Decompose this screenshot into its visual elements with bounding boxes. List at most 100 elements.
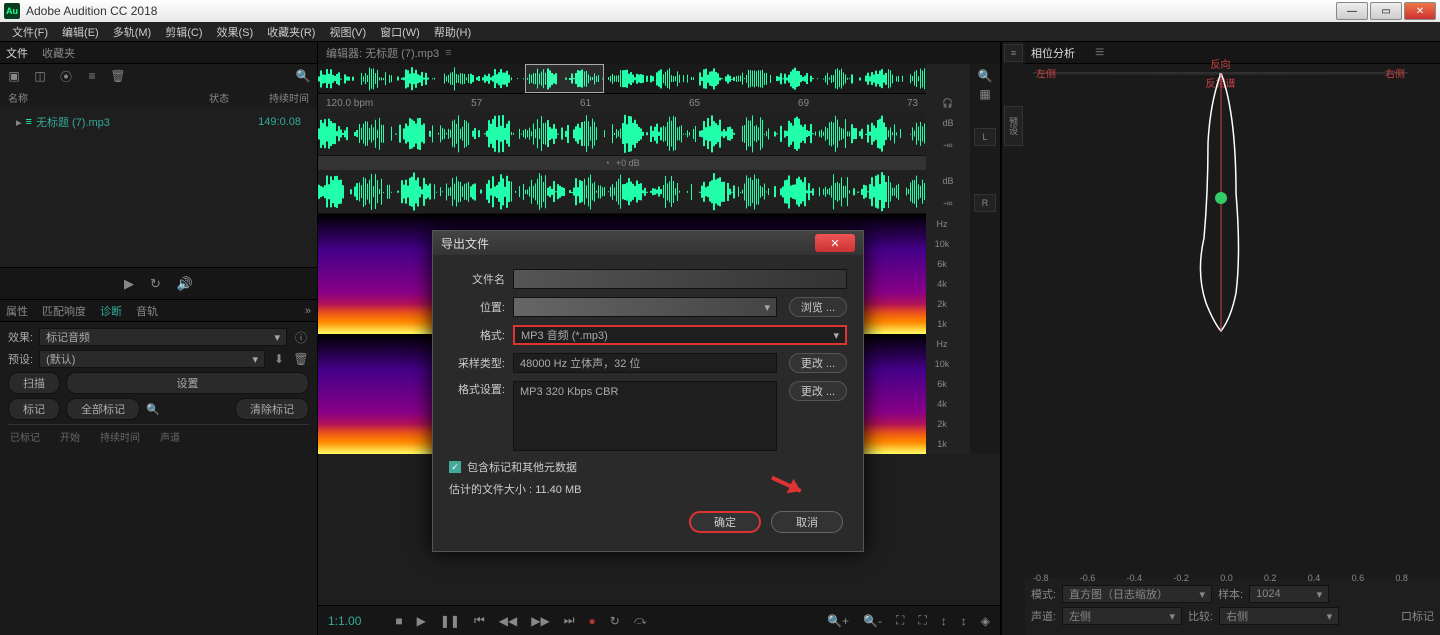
format-select[interactable]: MP3 音频 (*.mp3)▾ [513,325,847,345]
tab-diagnostics[interactable]: 诊断 [100,303,122,319]
preset-select[interactable]: (默认)▾ [39,350,265,368]
menu-edit[interactable]: 编辑(E) [58,22,103,42]
zoom-reset-icon[interactable]: ◈ [981,614,990,628]
rewind-icon[interactable]: ◀◀ [499,614,517,628]
browse-button[interactable]: 浏览 ... [789,297,847,317]
dialog-close-button[interactable]: ✕ [815,234,855,252]
col-name: 名称 [8,90,209,105]
maximize-button[interactable]: ▭ [1370,2,1402,20]
tab-loudness[interactable]: 匹配响度 [42,303,86,319]
effect-select[interactable]: 标记音频▾ [39,328,287,346]
effect-label: 效果: [8,329,33,345]
format-label: 格式: [449,327,505,343]
preset-label: 预设: [8,351,33,367]
file-duration: 149:0.08 [241,116,301,128]
save-preset-icon[interactable]: ⬇ [271,351,287,367]
location-select[interactable]: ▾ [513,297,777,317]
tab-files[interactable]: 文件 [6,45,28,61]
change-sample-button[interactable]: 更改 ... [789,353,847,373]
compare-select[interactable]: 右侧▾ [1219,607,1339,625]
preset-label[interactable]: 预设 [1004,106,1023,146]
zoom-v-out-icon[interactable]: ↕ [961,614,967,628]
filename-input[interactable] [513,269,847,289]
forward-icon[interactable]: ▶▶ [531,614,549,628]
tag-clear[interactable]: 清除标记 [235,398,309,420]
scan-button[interactable]: 扫描 [8,372,60,394]
window-close-button[interactable]: ✕ [1404,2,1436,20]
tab-phase[interactable]: 相位分析 [1031,45,1075,61]
dialog-title: 导出文件 [441,235,489,252]
menu-clip[interactable]: 剪辑(C) [161,22,206,42]
info-icon[interactable]: ⓘ [293,329,309,345]
ok-button[interactable]: 确定 [689,511,761,533]
menu-help[interactable]: 帮助(H) [430,22,475,42]
panel-menu-icon[interactable]: » [305,305,311,317]
mode-select[interactable]: 直方图（日志缩放）▾ [1062,585,1212,603]
zoom-sel-icon[interactable]: ⛶ [918,613,926,628]
next-icon[interactable]: ⏭ [564,613,575,628]
pause-icon[interactable]: ❚❚ [440,614,460,628]
waveform-channel-left[interactable] [318,112,926,156]
zoom-v-in-icon[interactable]: ↕ [941,614,947,628]
menu-bar: 文件(F) 编辑(E) 多轨(M) 剪辑(C) 效果(S) 收藏夹(R) 视图(… [0,22,1440,42]
cancel-button[interactable]: 取消 [771,511,843,533]
menu-multitrack[interactable]: 多轨(M) [109,22,156,42]
editor-tab[interactable]: 编辑器: 无标题 (7).mp3 [326,45,439,61]
channel-r-button[interactable]: R [974,194,996,212]
open-file-icon[interactable]: ▣ [6,68,22,84]
mini-transport: ▶ ↻ 🔊 [0,267,317,299]
menu-view[interactable]: 视图(V) [325,22,370,42]
new-file-icon[interactable]: ◫ [32,68,48,84]
file-name: 无标题 (7).mp3 [36,114,241,130]
menu-favorite[interactable]: 收藏夹(R) [263,22,319,42]
menu-window[interactable]: 窗口(W) [376,22,424,42]
menu-file[interactable]: 文件(F) [8,22,52,42]
tab-favorites[interactable]: 收藏夹 [42,45,75,61]
search-icon[interactable]: 🔍 [146,403,160,416]
waveform-channel-right[interactable] [318,170,926,214]
tool-zoom-icon[interactable]: 🔍 [977,68,993,84]
include-metadata-checkbox[interactable]: ✓ [449,461,461,473]
zoom-in-icon[interactable]: 🔍+ [827,614,849,628]
record-icon[interactable]: ⦿ [58,68,74,84]
play-icon[interactable]: ▶ [124,276,134,292]
compare-label: 比较: [1188,608,1213,624]
zoom-out-icon[interactable]: 🔍- [863,614,882,628]
headphone-icon[interactable]: 🎧 [942,98,953,109]
format-settings-label: 格式设置: [449,381,505,397]
col-chan: 声道 [160,429,180,444]
zoom-full-icon[interactable]: ⛶ [896,613,904,628]
tag-all[interactable]: 全部标记 [66,398,140,420]
channel-l-button[interactable]: L [974,128,996,146]
tab-properties[interactable]: 属性 [6,303,28,319]
prev-icon[interactable]: ⏮ [474,613,485,628]
skip-icon[interactable]: ⤼ [634,613,647,628]
file-row[interactable]: ▸ ≡ 无标题 (7).mp3 149:0.08 [4,111,313,133]
play-icon[interactable]: ▶ [417,614,426,628]
sample-type-field: 48000 Hz 立体声，32 位 [513,353,777,373]
search-icon[interactable]: 🔍 [295,68,311,84]
side-toggle[interactable]: ≡ [1004,44,1023,62]
stop-icon[interactable]: ■ [395,614,402,628]
chan-select[interactable]: 左侧▾ [1062,607,1182,625]
app-title: Adobe Audition CC 2018 [26,4,157,18]
tab-audio[interactable]: 音轨 [136,303,158,319]
waveform-overview[interactable] [318,64,926,94]
col-hold: 持续时间 [100,429,140,444]
time-ruler[interactable]: 120.0 bpm 5761656973 [318,94,926,112]
loop-icon[interactable]: ↻ [610,614,620,628]
track-icon[interactable]: ≡ [84,68,100,84]
record-button-icon[interactable]: ● [589,614,596,628]
trash-icon[interactable]: 🗑 [110,68,126,84]
change-format-button[interactable]: 更改 ... [789,381,847,401]
minimize-button[interactable]: — [1336,2,1368,20]
sample-select[interactable]: 1024▾ [1249,585,1329,603]
delete-preset-icon[interactable]: 🗑 [293,351,309,367]
tool-grid-icon[interactable]: ▦ [977,86,993,102]
tag-mark[interactable]: 标记 [8,398,60,420]
menu-effect[interactable]: 效果(S) [213,22,258,42]
mark-checkbox[interactable]: 口标记 [1401,608,1434,624]
volume-icon[interactable]: 🔊 [177,276,193,292]
loop-icon[interactable]: ↻ [150,276,161,292]
settings-button[interactable]: 设置 [66,372,309,394]
